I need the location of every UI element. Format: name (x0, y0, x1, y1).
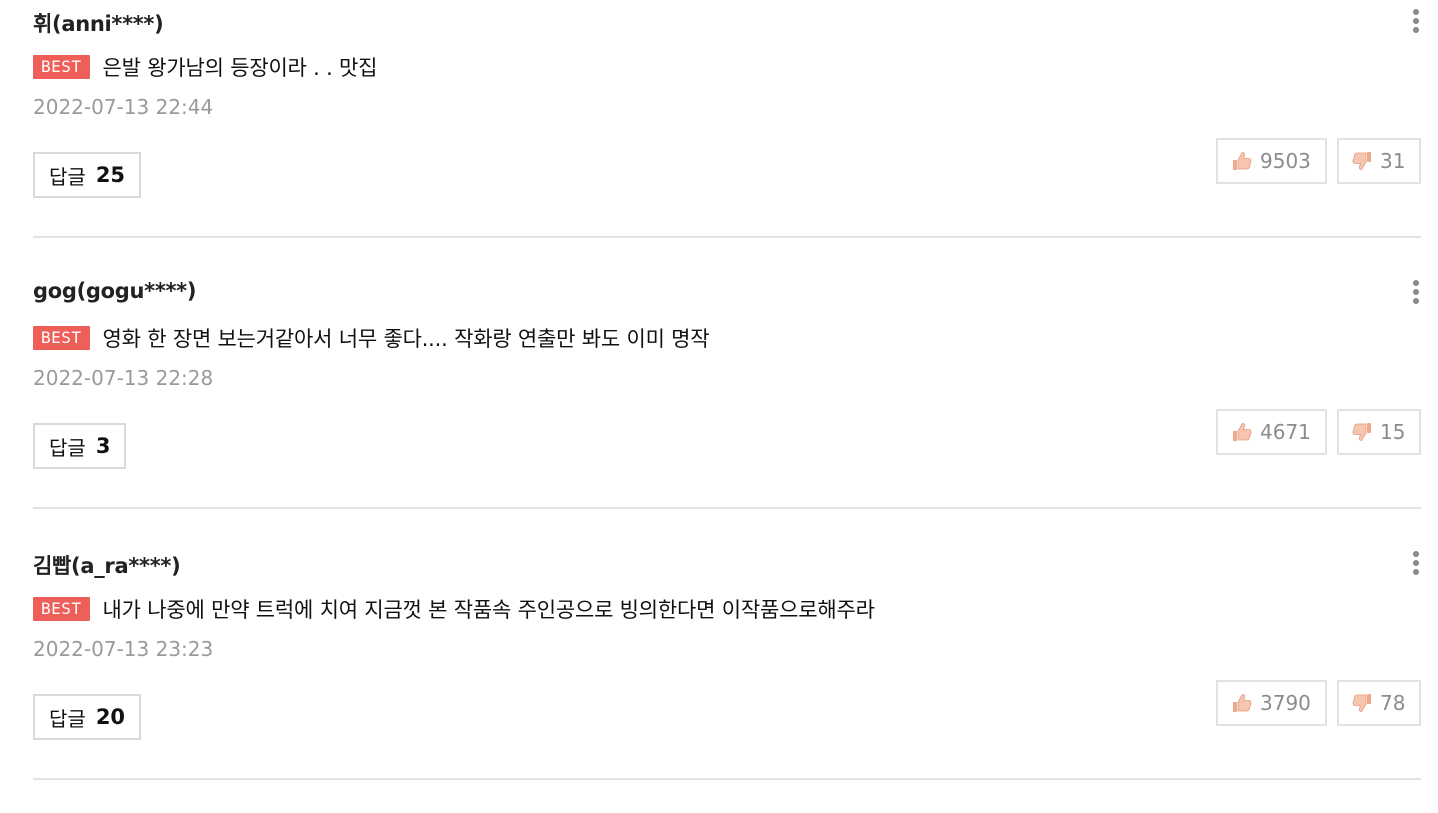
like-button[interactable]: 4671 (1216, 409, 1327, 455)
reply-button[interactable]: 답글 25 (33, 152, 142, 198)
like-count: 4671 (1260, 420, 1311, 444)
reply-label: 답글 (49, 706, 86, 731)
thumbs-up-icon (1230, 420, 1254, 444)
dislike-button[interactable]: 31 (1337, 138, 1421, 184)
best-badge: BEST (33, 326, 90, 350)
comment-item: 김빱(a_ra****) BEST 내가 나중에 만약 트럭에 치여 지금껏 본… (0, 542, 1438, 813)
reply-button[interactable]: 답글 20 (33, 694, 142, 740)
comment-date: 2022-07-13 23:23 (33, 637, 214, 661)
comment-body: BEST 내가 나중에 만약 트럭에 치여 지금껏 본 작품속 주인공으로 빙의… (33, 596, 875, 622)
comment-date: 2022-07-13 22:44 (33, 95, 214, 119)
more-vertical-icon[interactable] (1407, 551, 1425, 579)
comment-text: 은발 왕가남의 등장이라 . . 맛집 (102, 56, 378, 80)
thumbs-down-icon (1350, 149, 1374, 173)
reply-count: 20 (95, 705, 126, 729)
best-badge: BEST (33, 597, 90, 621)
dislike-button[interactable]: 78 (1337, 680, 1421, 726)
reply-label: 답글 (49, 435, 86, 460)
thumbs-down-icon (1350, 691, 1374, 715)
thumbs-up-icon (1230, 691, 1254, 715)
like-button[interactable]: 9503 (1216, 138, 1327, 184)
reply-button[interactable]: 답글 3 (33, 423, 127, 469)
more-vertical-icon[interactable] (1407, 280, 1425, 308)
more-vertical-icon[interactable] (1407, 9, 1425, 37)
comment-list: 휘(anni****) BEST 은발 왕가남의 등장이라 . . 맛집 202… (0, 0, 1438, 813)
thumbs-down-icon (1350, 420, 1374, 444)
comment-item: 휘(anni****) BEST 은발 왕가남의 등장이라 . . 맛집 202… (0, 0, 1438, 271)
like-button[interactable]: 3790 (1216, 680, 1327, 726)
best-badge: BEST (33, 55, 90, 79)
dislike-button[interactable]: 15 (1337, 409, 1421, 455)
dislike-count: 31 (1380, 149, 1406, 173)
comment-item: gog(gogu****) BEST 영화 한 장면 보는거같아서 너무 좋다.… (0, 271, 1438, 542)
comment-text: 내가 나중에 만약 트럭에 치여 지금껏 본 작품속 주인공으로 빙의한다면 이… (102, 598, 875, 622)
comment-author[interactable]: 휘(anni****) (33, 8, 164, 38)
comment-text: 영화 한 장면 보는거같아서 너무 좋다.... 작화랑 연출만 봐도 이미 명… (102, 327, 710, 351)
reply-count: 25 (95, 163, 126, 187)
dislike-count: 15 (1380, 420, 1406, 444)
reply-label: 답글 (49, 164, 86, 189)
like-count: 3790 (1260, 691, 1311, 715)
comment-author[interactable]: gog(gogu****) (33, 279, 196, 303)
comment-date: 2022-07-13 22:28 (33, 366, 214, 390)
like-count: 9503 (1260, 149, 1311, 173)
reply-count: 3 (95, 434, 111, 458)
comment-body: BEST 영화 한 장면 보는거같아서 너무 좋다.... 작화랑 연출만 봐도… (33, 325, 710, 351)
thumbs-up-icon (1230, 149, 1254, 173)
comment-author[interactable]: 김빱(a_ra****) (33, 550, 181, 580)
dislike-count: 78 (1380, 691, 1406, 715)
comment-body: BEST 은발 왕가남의 등장이라 . . 맛집 (33, 54, 378, 80)
